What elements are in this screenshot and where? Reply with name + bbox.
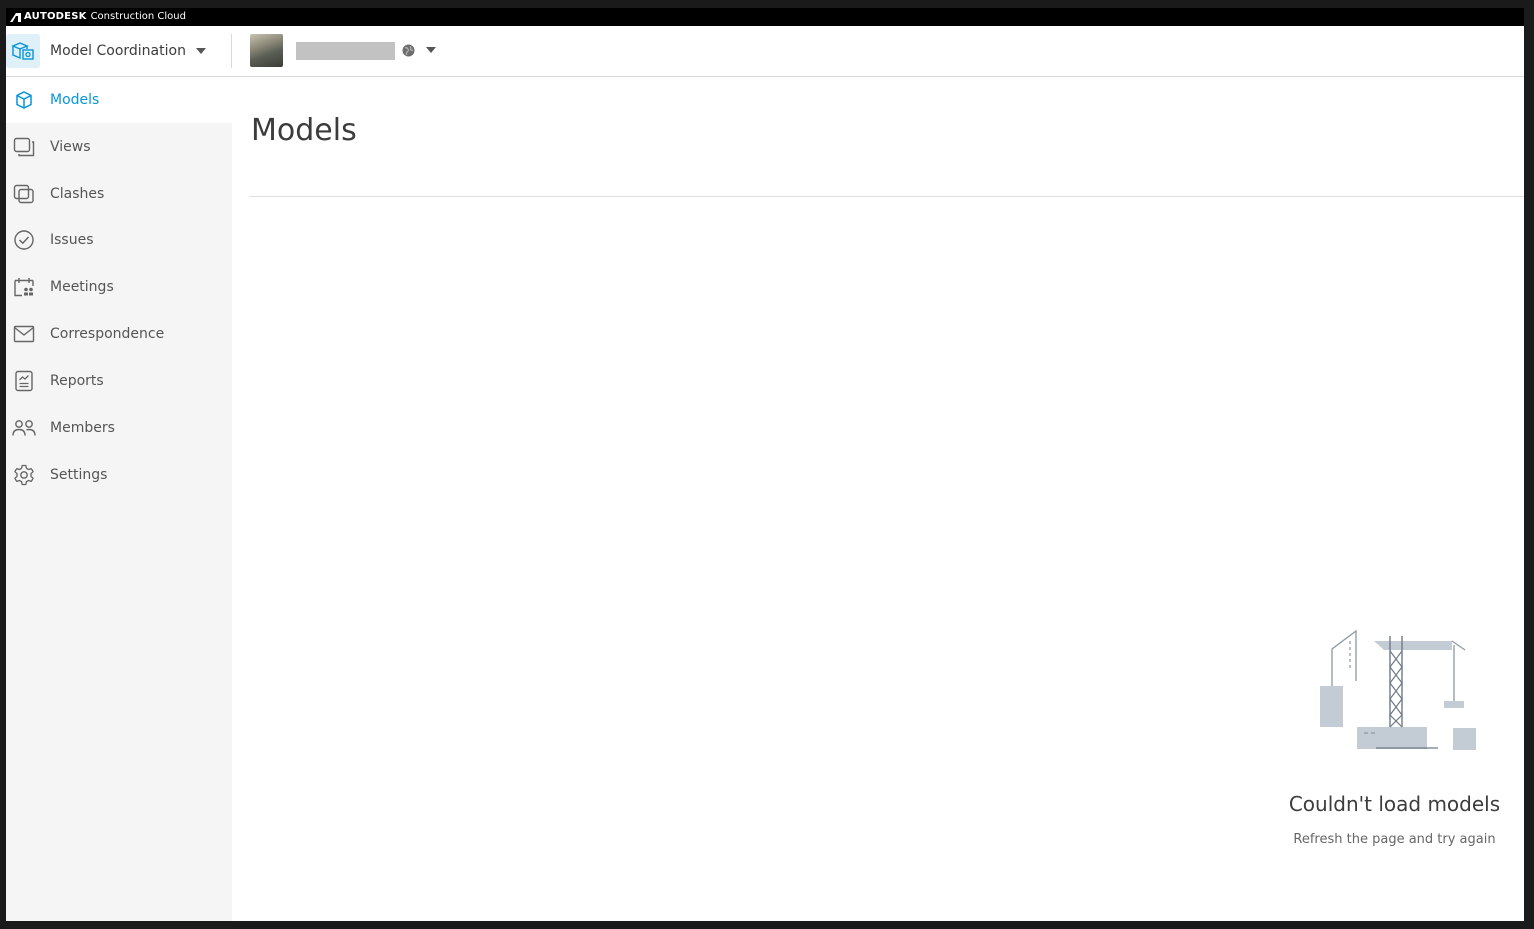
report-icon xyxy=(12,369,36,393)
globe-icon xyxy=(402,44,415,57)
sidebar-item-correspondence[interactable]: Correspondence xyxy=(6,311,232,357)
empty-state-subtitle: Refresh the page and try again xyxy=(1293,832,1496,847)
check-circle-icon xyxy=(12,228,36,252)
sidebar-item-members[interactable]: Members xyxy=(6,405,232,451)
model-coordination-icon xyxy=(6,34,40,68)
autodesk-logo-icon xyxy=(10,12,21,22)
sidebar-item-views[interactable]: Views xyxy=(6,124,232,170)
sidebar-item-label: Reports xyxy=(50,373,104,389)
clashes-icon xyxy=(12,182,36,206)
sidebar-item-label: Issues xyxy=(50,232,94,248)
sidebar: Models Views Clashes Issues Meetings Cor… xyxy=(6,77,232,921)
sidebar-item-label: Settings xyxy=(50,467,108,483)
gear-icon xyxy=(12,463,36,487)
module-label: Model Coordination xyxy=(50,43,186,59)
sidebar-item-issues[interactable]: Issues xyxy=(6,217,232,263)
page-title: Models xyxy=(251,113,357,148)
cube-icon xyxy=(12,88,36,112)
app-window: Model Coordination Models Views Clashes … xyxy=(6,26,1524,921)
sidebar-item-label: Clashes xyxy=(50,186,105,202)
app-header: Model Coordination xyxy=(6,26,1524,77)
project-name-redacted[interactable] xyxy=(296,42,395,60)
empty-state-title: Couldn't load models xyxy=(1288,792,1501,816)
sidebar-item-label: Models xyxy=(50,92,100,108)
sidebar-item-label: Meetings xyxy=(50,279,114,295)
envelope-icon xyxy=(12,322,36,346)
calendar-icon xyxy=(12,275,36,299)
brand-name: AUTODESK xyxy=(24,11,87,22)
product-name: Construction Cloud xyxy=(90,11,186,22)
sidebar-item-label: Correspondence xyxy=(50,326,165,342)
people-icon xyxy=(12,416,36,440)
sidebar-item-label: Views xyxy=(50,139,91,155)
construction-crane-illustration xyxy=(1320,629,1476,750)
module-switcher[interactable]: Model Coordination xyxy=(6,34,206,68)
sidebar-item-meetings[interactable]: Meetings xyxy=(6,264,232,310)
chevron-down-icon xyxy=(195,48,206,54)
title-divider xyxy=(249,196,1524,197)
sidebar-item-clashes[interactable]: Clashes xyxy=(6,171,232,217)
main-content: Models Couldn't load models Refresh the … xyxy=(232,77,1524,921)
window-title-bar: AUTODESK Construction Cloud xyxy=(6,8,1524,26)
chevron-down-icon[interactable] xyxy=(426,47,436,53)
sidebar-item-models[interactable]: Models xyxy=(6,77,232,123)
sidebar-item-settings[interactable]: Settings xyxy=(6,452,232,498)
sidebar-item-label: Members xyxy=(50,420,115,436)
project-thumbnail[interactable] xyxy=(250,34,283,67)
views-icon xyxy=(12,135,36,159)
header-divider xyxy=(231,34,232,68)
sidebar-item-reports[interactable]: Reports xyxy=(6,358,232,404)
